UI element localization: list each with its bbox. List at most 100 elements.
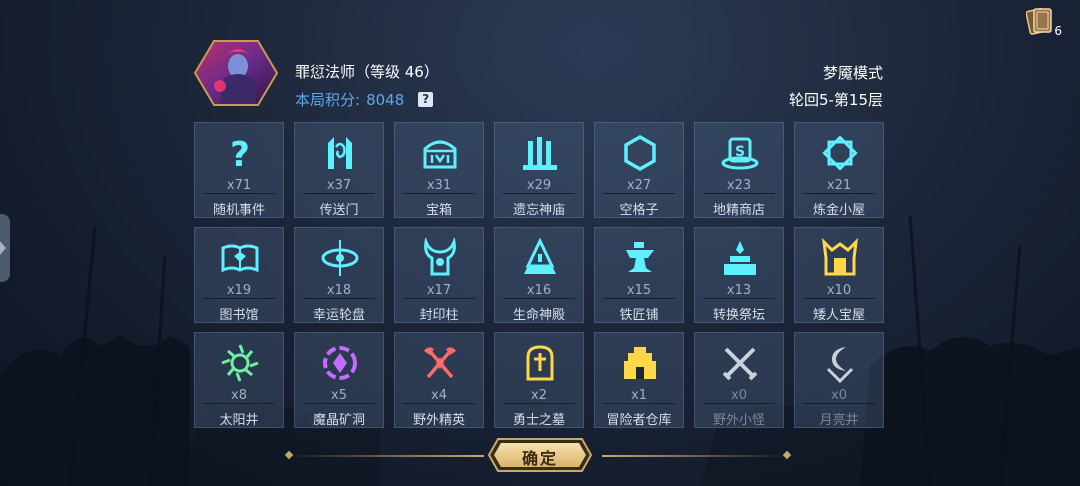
- treasure-chest-icon: [420, 133, 460, 173]
- event-tile[interactable]: x17 封印柱: [394, 227, 484, 323]
- tile-divider: [403, 298, 475, 299]
- event-count: x0: [831, 388, 847, 403]
- score-label: 本局积分:: [295, 91, 361, 109]
- event-count: x0: [731, 388, 747, 403]
- tile-divider: [703, 298, 775, 299]
- event-tile[interactable]: x13 转换祭坛: [694, 227, 784, 323]
- event-label: 随机事件: [212, 203, 265, 218]
- event-tile[interactable]: x2 勇士之墓: [494, 332, 584, 428]
- score-row: 本局积分: 8048 ?: [295, 89, 434, 110]
- confirm-bar: 确定: [288, 438, 788, 472]
- event-label: 转换祭坛: [712, 308, 765, 323]
- help-button[interactable]: ?: [418, 92, 434, 107]
- life-shrine-icon: [520, 238, 560, 278]
- event-count: x1: [631, 388, 647, 403]
- tile-divider: [603, 193, 675, 194]
- event-count: x71: [226, 178, 252, 193]
- tomb-icon: [520, 343, 560, 383]
- event-label: 矮人宝屋: [812, 308, 865, 323]
- seal-pillar-icon: [420, 238, 460, 278]
- event-count: x5: [331, 388, 347, 403]
- tile-divider: [803, 193, 875, 194]
- event-count: x18: [326, 283, 352, 298]
- tile-divider: [703, 193, 775, 194]
- temple-icon: [520, 133, 560, 173]
- tile-divider: [203, 193, 275, 194]
- event-tile[interactable]: x15 铁匠铺: [594, 227, 684, 323]
- event-label: 传送门: [319, 203, 359, 218]
- tile-divider: [503, 298, 575, 299]
- event-tile[interactable]: Sx23 地精商店: [694, 122, 784, 218]
- book-icon: [220, 238, 260, 278]
- tile-divider: [303, 403, 375, 404]
- side-expand-tab[interactable]: [0, 214, 10, 282]
- event-count: x13: [726, 283, 752, 298]
- event-tile[interactable]: x27 空格子: [594, 122, 684, 218]
- event-count: x21: [826, 178, 852, 193]
- tile-divider: [303, 193, 375, 194]
- event-count: x2: [531, 388, 547, 403]
- event-label: 冒险者仓库: [606, 413, 672, 428]
- event-count: x16: [526, 283, 552, 298]
- event-tile[interactable]: x16 生命神殿: [494, 227, 584, 323]
- anvil-icon: [620, 238, 660, 278]
- tile-divider: [803, 298, 875, 299]
- event-label: 遗忘神庙: [512, 203, 565, 218]
- event-label: 野外小怪: [712, 413, 765, 428]
- decorative-line-right: [602, 455, 788, 457]
- tile-divider: [503, 403, 575, 404]
- floor-progress: 轮回5-第15层: [788, 91, 883, 109]
- decorative-line-left: [288, 455, 484, 457]
- shop-icon: S: [720, 133, 760, 173]
- event-tile[interactable]: x0 月亮井: [794, 332, 884, 428]
- mode-name: 梦魇模式: [822, 64, 883, 82]
- event-tile[interactable]: x10 矮人宝屋: [794, 227, 884, 323]
- event-tile[interactable]: x8 太阳井: [194, 332, 284, 428]
- svg-text:S: S: [735, 144, 745, 160]
- crossed-axes-icon: [420, 343, 460, 383]
- event-label: 图书馆: [219, 308, 259, 323]
- event-tile[interactable]: x31 宝箱: [394, 122, 484, 218]
- confirm-button[interactable]: 确定: [488, 438, 592, 472]
- event-grid: ? x71 随机事件 x37 传送门 x31 宝箱 x29 遗忘神庙 x27 空格子 Sx23 地精商店…: [194, 122, 884, 428]
- event-count: x27: [626, 178, 652, 193]
- event-label: 幸运轮盘: [312, 308, 365, 323]
- confirm-label: 确定: [521, 449, 558, 468]
- event-label: 魔晶矿洞: [312, 413, 365, 428]
- event-label: 空格子: [619, 203, 659, 218]
- event-count: x15: [626, 283, 652, 298]
- event-tile[interactable]: x37 传送门: [294, 122, 384, 218]
- event-tile[interactable]: x4 野外精英: [394, 332, 484, 428]
- event-label: 月亮井: [819, 413, 859, 428]
- character-portrait[interactable]: [193, 40, 279, 106]
- tile-divider: [303, 298, 375, 299]
- roulette-icon: [320, 238, 360, 278]
- event-tile[interactable]: x29 遗忘神庙: [494, 122, 584, 218]
- event-count: x29: [526, 178, 552, 193]
- altar-icon: [720, 238, 760, 278]
- event-tile[interactable]: x21 炼金小屋: [794, 122, 884, 218]
- event-tile[interactable]: x1 冒险者仓库: [594, 332, 684, 428]
- warehouse-icon: [620, 343, 660, 383]
- event-tile[interactable]: x19 图书馆: [194, 227, 284, 323]
- tile-divider: [203, 403, 275, 404]
- event-tile[interactable]: x5 魔晶矿洞: [294, 332, 384, 428]
- event-count: x4: [431, 388, 447, 403]
- event-label: 宝箱: [425, 203, 452, 218]
- event-label: 炼金小屋: [812, 203, 865, 218]
- tile-divider: [203, 298, 275, 299]
- event-count: x37: [326, 178, 352, 193]
- event-tile[interactable]: ? x71 随机事件: [194, 122, 284, 218]
- event-label: 封印柱: [419, 308, 459, 323]
- event-tile[interactable]: x0 野外小怪: [694, 332, 784, 428]
- card-deck-icon: [1025, 7, 1052, 35]
- card-deck-button[interactable]: [1025, 6, 1054, 36]
- moon-well-icon: [820, 343, 860, 383]
- event-count: x19: [226, 283, 252, 298]
- portal-icon: [320, 133, 360, 173]
- crystal-mine-icon: [320, 343, 360, 383]
- crossed-swords-icon: [720, 343, 760, 383]
- event-label: 铁匠铺: [619, 308, 659, 323]
- tile-divider: [803, 403, 875, 404]
- event-tile[interactable]: x18 幸运轮盘: [294, 227, 384, 323]
